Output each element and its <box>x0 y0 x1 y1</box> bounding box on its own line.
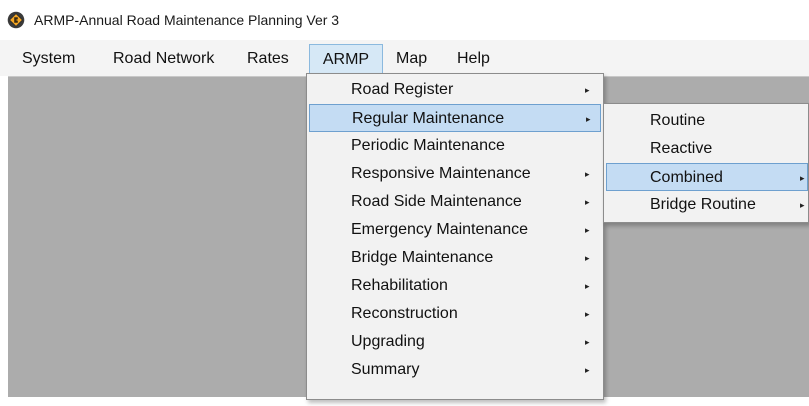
submenu-arrow-icon: ▸ <box>800 173 805 183</box>
menu-item-combined[interactable]: Combined ▸ <box>606 163 808 191</box>
menu-item-label: Emergency Maintenance <box>351 221 528 238</box>
menu-item-reconstruction[interactable]: Reconstruction ▸ <box>309 300 601 328</box>
menu-item-periodic-maintenance[interactable]: Periodic Maintenance <box>309 132 601 160</box>
menu-item-emergency-maintenance[interactable]: Emergency Maintenance ▸ <box>309 216 601 244</box>
menu-bar: System Road Network Rates ARMP Map Help <box>0 40 809 76</box>
menu-item-label: Rehabilitation <box>351 277 448 294</box>
submenu-arrow-icon: ▸ <box>585 197 590 207</box>
submenu-arrow-icon: ▸ <box>585 225 590 235</box>
menu-road-network[interactable]: Road Network <box>113 48 214 70</box>
menu-item-routine[interactable]: Routine <box>606 107 808 135</box>
road-sign-icon <box>7 11 25 29</box>
submenu-arrow-icon: ▸ <box>585 309 590 319</box>
menu-item-bridge-maintenance[interactable]: Bridge Maintenance ▸ <box>309 244 601 272</box>
submenu-arrow-icon: ▸ <box>585 281 590 291</box>
menu-item-label: Combined <box>650 169 723 186</box>
menu-rates[interactable]: Rates <box>247 48 289 70</box>
submenu-arrow-icon: ▸ <box>800 200 805 210</box>
menu-item-road-register[interactable]: Road Register ▸ <box>309 76 601 104</box>
menu-item-label: Summary <box>351 361 420 378</box>
menu-item-bridge-routine[interactable]: Bridge Routine ▸ <box>606 191 808 219</box>
menu-item-label: Reactive <box>650 140 713 157</box>
menu-item-label: Road Register <box>351 81 454 98</box>
menu-item-label: Upgrading <box>351 333 425 350</box>
menu-item-road-side-maintenance[interactable]: Road Side Maintenance ▸ <box>309 188 601 216</box>
submenu-arrow-icon: ▸ <box>585 169 590 179</box>
window-title: ARMP-Annual Road Maintenance Planning Ve… <box>34 12 340 28</box>
menu-item-reactive[interactable]: Reactive <box>606 135 808 163</box>
menu-item-label: Bridge Routine <box>650 196 756 213</box>
menu-system[interactable]: System <box>22 48 75 70</box>
menu-item-label: Periodic Maintenance <box>351 137 505 154</box>
submenu-arrow-icon: ▸ <box>585 253 590 263</box>
submenu-arrow-icon: ▸ <box>585 337 590 347</box>
menu-item-summary[interactable]: Summary ▸ <box>309 356 601 384</box>
menu-item-label: Bridge Maintenance <box>351 249 494 266</box>
title-bar: ARMP-Annual Road Maintenance Planning Ve… <box>0 0 809 40</box>
regular-maintenance-submenu: Routine Reactive Combined ▸ Bridge Routi… <box>603 103 809 223</box>
menu-armp[interactable]: ARMP <box>309 44 383 74</box>
menu-help[interactable]: Help <box>457 48 490 70</box>
menu-item-upgrading[interactable]: Upgrading ▸ <box>309 328 601 356</box>
submenu-arrow-icon: ▸ <box>586 114 591 124</box>
menu-item-label: Responsive Maintenance <box>351 165 531 182</box>
submenu-arrow-icon: ▸ <box>585 85 590 95</box>
menu-item-label: Regular Maintenance <box>352 110 505 127</box>
menu-map[interactable]: Map <box>396 48 427 70</box>
menu-item-label: Routine <box>650 112 706 129</box>
menu-item-responsive-maintenance[interactable]: Responsive Maintenance ▸ <box>309 160 601 188</box>
menu-item-regular-maintenance[interactable]: Regular Maintenance ▸ <box>309 104 601 132</box>
armp-dropdown-menu: Road Register ▸ Regular Maintenance ▸ Pe… <box>306 73 604 400</box>
app-window: ARMP-Annual Road Maintenance Planning Ve… <box>0 0 809 406</box>
menu-item-rehabilitation[interactable]: Rehabilitation ▸ <box>309 272 601 300</box>
menu-item-label: Road Side Maintenance <box>351 193 522 210</box>
submenu-arrow-icon: ▸ <box>585 365 590 375</box>
menu-item-label: Reconstruction <box>351 305 458 322</box>
